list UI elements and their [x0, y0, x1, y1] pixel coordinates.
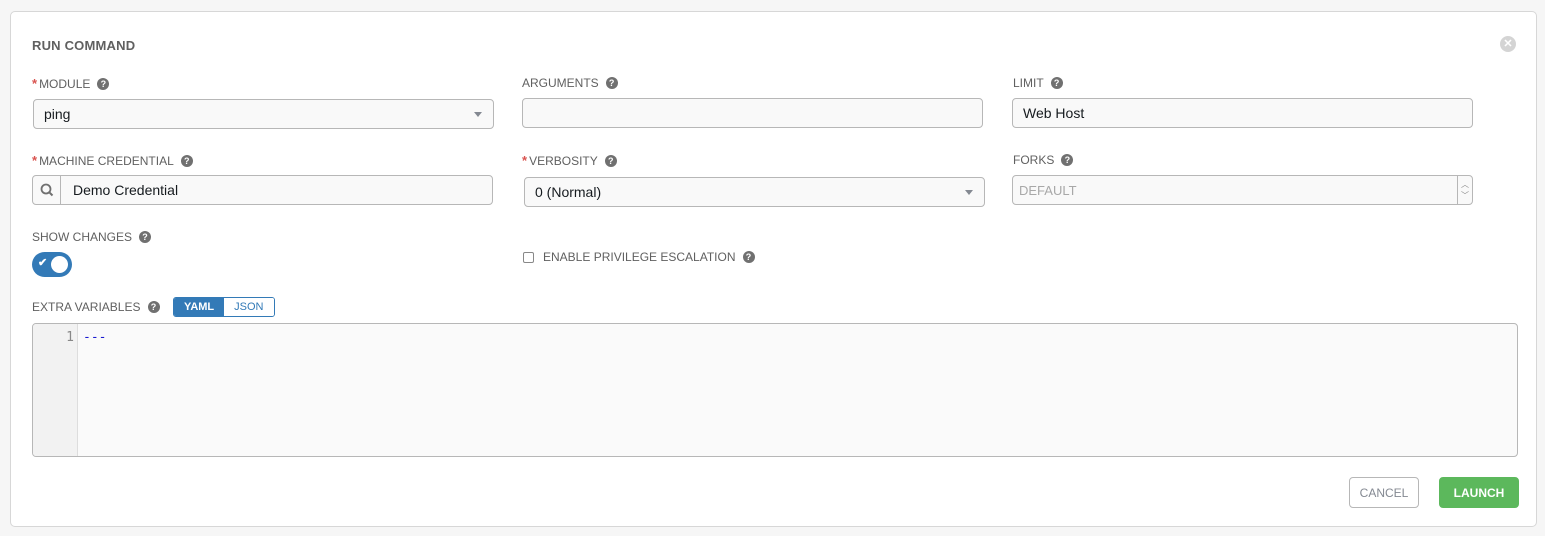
close-icon[interactable]: ✕ [1500, 36, 1516, 52]
module-select[interactable]: ping [33, 99, 494, 129]
help-icon[interactable]: ? [97, 77, 110, 90]
required-marker: * [522, 153, 528, 168]
chevron-down-icon [474, 111, 482, 117]
help-icon[interactable]: ? [742, 251, 755, 263]
line-number: 1 [33, 324, 78, 456]
help-icon[interactable]: ? [605, 77, 618, 89]
format-toggle: YAML JSON [173, 297, 275, 317]
number-spinner[interactable]: ︿ ﹀ [1457, 176, 1472, 204]
verbosity-label: * VERBOSITY ? [522, 153, 617, 168]
module-label: * MODULE ? [32, 76, 110, 91]
forks-input[interactable]: DEFAULT ︿ ﹀ [1012, 175, 1473, 205]
machine-credential-label: * MACHINE CREDENTIAL ? [32, 153, 193, 168]
verbosity-select[interactable]: 0 (Normal) [524, 177, 985, 207]
show-changes-toggle[interactable]: ✔ [32, 252, 72, 277]
help-icon[interactable]: ? [1050, 77, 1063, 89]
chevron-up-icon[interactable]: ︿ [1461, 179, 1469, 190]
show-changes-label: SHOW CHANGES ? [32, 230, 152, 244]
json-tab[interactable]: JSON [224, 298, 274, 316]
limit-input[interactable]: Web Host [1012, 98, 1473, 128]
privilege-escalation-checkbox[interactable] [523, 251, 534, 263]
yaml-tab[interactable]: YAML [174, 298, 225, 316]
help-icon[interactable]: ? [180, 154, 193, 167]
help-icon[interactable]: ? [1061, 154, 1074, 166]
toggle-knob [51, 256, 68, 273]
required-marker: * [32, 153, 38, 168]
search-icon[interactable] [33, 176, 61, 204]
forks-label: FORKS ? [1013, 153, 1074, 167]
limit-label: LIMIT ? [1013, 76, 1063, 90]
required-marker: * [32, 76, 38, 91]
arguments-input[interactable] [522, 98, 983, 128]
chevron-down-icon[interactable]: ﹀ [1461, 190, 1469, 201]
arguments-label: ARGUMENTS ? [522, 76, 618, 90]
check-icon: ✔ [38, 257, 48, 269]
machine-credential-input[interactable]: Demo Credential [32, 175, 493, 205]
chevron-down-icon [965, 189, 973, 195]
help-icon[interactable]: ? [147, 301, 160, 313]
launch-button[interactable]: LAUNCH [1439, 477, 1519, 508]
cancel-button[interactable]: CANCEL [1349, 477, 1419, 508]
dialog-title: RUN COMMAND [32, 38, 136, 53]
extra-variables-label: EXTRA VARIABLES ? [32, 300, 160, 314]
run-command-panel: RUN COMMAND ✕ * MODULE ? ping ARGUMENTS … [10, 11, 1537, 527]
code-line[interactable]: --- [78, 324, 106, 456]
extra-variables-editor[interactable]: 1 --- [32, 323, 1518, 457]
help-icon[interactable]: ? [139, 231, 152, 243]
help-icon[interactable]: ? [604, 154, 617, 167]
privilege-escalation-row: ENABLE PRIVILEGE ESCALATION ? [523, 250, 755, 264]
